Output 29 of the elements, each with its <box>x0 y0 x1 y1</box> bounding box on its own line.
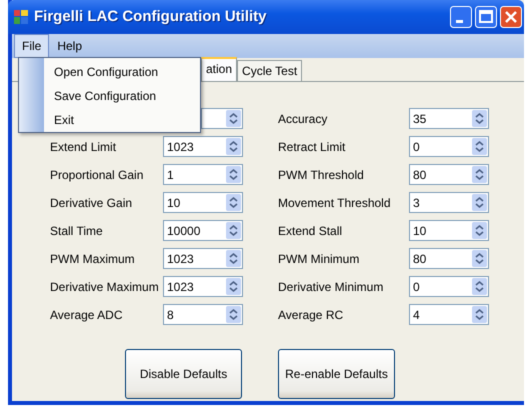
field-label: Extend Limit <box>50 138 118 156</box>
maximize-icon[interactable] <box>475 6 497 28</box>
action-button[interactable]: Re-enable Defaults <box>278 349 395 399</box>
field-label: PWM Maximum <box>50 250 136 268</box>
field-label: Derivative Maximum <box>50 278 160 296</box>
field-label: Average ADC <box>50 306 124 324</box>
field-label: Extend Stall <box>278 222 344 240</box>
field-label: Average RC <box>278 306 344 324</box>
field-label: Retract Limit <box>278 138 346 156</box>
tab[interactable]: Cycle Test <box>237 60 302 81</box>
field-label: Movement Threshold <box>278 194 392 212</box>
field-label: Derivative Minimum <box>278 278 384 296</box>
tab[interactable]: ation <box>201 57 238 81</box>
field-label: Proportional Gain <box>50 166 144 184</box>
app-icon <box>14 10 28 24</box>
field-label: Accuracy <box>278 110 328 128</box>
menu-item[interactable]: Help <box>49 34 90 58</box>
window-title: Firgelli LAC Configuration Utility <box>34 6 266 27</box>
minimize-icon[interactable] <box>450 6 472 28</box>
menu-entry[interactable]: Open Configuration <box>44 59 200 83</box>
field-label: Derivative Gain <box>50 194 134 212</box>
field-label: PWM Threshold <box>278 166 365 184</box>
menu-item[interactable]: File <box>14 34 50 58</box>
close-icon[interactable] <box>500 6 522 28</box>
field-label: PWM Minimum <box>278 250 360 268</box>
menu-entry[interactable]: Exit <box>44 107 200 131</box>
menu-entry[interactable]: Save Configuration <box>44 83 200 107</box>
field-label: Stall Time <box>50 222 104 240</box>
action-button[interactable]: Disable Defaults <box>125 349 242 399</box>
